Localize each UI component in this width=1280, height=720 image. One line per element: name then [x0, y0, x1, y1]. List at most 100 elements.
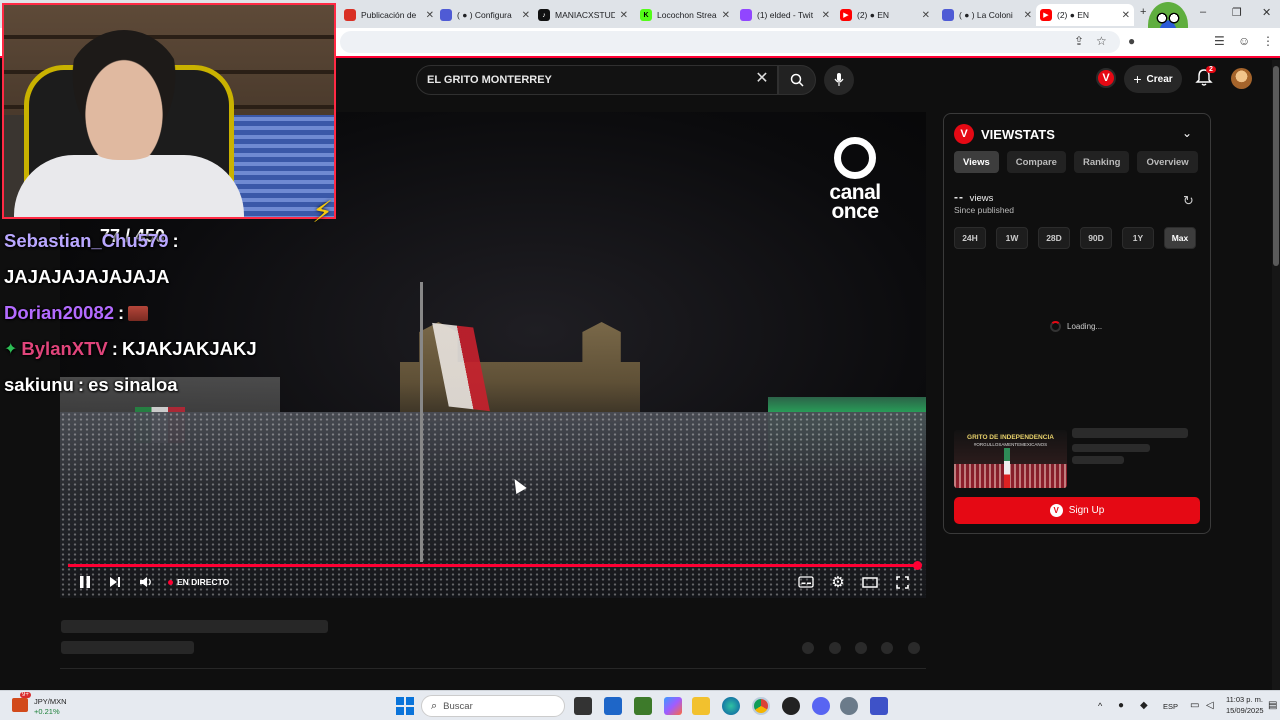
edge-icon[interactable]	[722, 697, 740, 715]
new-tab-button[interactable]: +	[1140, 6, 1146, 18]
studio-icon	[440, 9, 452, 21]
language-indicator[interactable]: ESP	[1163, 702, 1178, 711]
volume-tray-icon[interactable]: ◁	[1206, 700, 1214, 711]
network-icon[interactable]: ▭	[1190, 700, 1199, 711]
copilot-icon[interactable]	[664, 697, 682, 715]
chat-text: es sinaloa	[88, 374, 178, 395]
tab-views[interactable]: Views	[954, 151, 999, 173]
task-view-icon[interactable]	[574, 697, 592, 715]
obs-icon[interactable]	[782, 697, 800, 715]
store-icon[interactable]	[604, 697, 622, 715]
clock-time[interactable]: 11:03 p. m.	[1226, 695, 1263, 704]
range-28d[interactable]: 28D	[1038, 227, 1070, 249]
live-indicator[interactable]: EN DIRECTO	[168, 577, 229, 587]
close-icon[interactable]: ✕	[722, 10, 730, 21]
viewstats-extension-icon[interactable]: V	[1096, 68, 1116, 88]
settings-gear-icon[interactable]	[840, 697, 858, 715]
tray-app-icon[interactable]: ●	[1118, 700, 1124, 711]
volume-button[interactable]	[137, 573, 155, 591]
close-window-button[interactable]: ✕	[1262, 6, 1271, 19]
range-24h[interactable]: 24H	[954, 227, 986, 249]
studio-icon	[942, 9, 954, 21]
account-avatar[interactable]	[1231, 68, 1252, 89]
browser-tab[interactable]: ( ● ) Configura ✕	[436, 4, 534, 26]
menu-kebab-icon[interactable]: ⋮	[1262, 34, 1274, 48]
maximize-button[interactable]: ❐	[1232, 6, 1242, 19]
viewstats-panel: V VIEWSTATS ⌄ Views Compare Ranking Over…	[943, 113, 1211, 534]
tab-overview[interactable]: Overview	[1137, 151, 1198, 173]
video-thumbnail[interactable]: GRITO DE INDEPENDENCIA #ORGULLOSAMENTEME…	[954, 430, 1067, 488]
bookmark-star-icon[interactable]: ☆	[1096, 34, 1107, 48]
progress-bar[interactable]	[68, 564, 918, 567]
spinner-icon	[1050, 321, 1061, 332]
browser-tab[interactable]: (1) elded - Twit ✕	[736, 4, 834, 26]
webcam-shelf-line	[4, 35, 334, 39]
studio-app-icon[interactable]	[870, 697, 888, 715]
divider	[60, 668, 926, 669]
next-button[interactable]	[106, 573, 124, 591]
stock-ticker-widget[interactable]: 9+ JPY/MXN +0.21%	[8, 692, 88, 717]
volume-icon	[140, 577, 151, 587]
refresh-icon[interactable]: ↻	[1183, 193, 1194, 209]
browser-tab-active[interactable]: ▶ (2) ● EN ✕	[1036, 4, 1134, 26]
close-icon[interactable]: ✕	[922, 10, 930, 21]
search-button[interactable]	[778, 65, 816, 95]
media-control-icon[interactable]: ☰	[1214, 34, 1225, 48]
clock-date[interactable]: 15/09/2025	[1226, 706, 1264, 715]
range-1y[interactable]: 1Y	[1122, 227, 1154, 249]
tray-app-icon[interactable]: ◆	[1140, 700, 1148, 711]
browser-tab[interactable]: ▶ (2) ● EN ✕	[836, 4, 934, 26]
browser-tab[interactable]: K Locochon Strea ✕	[636, 4, 734, 26]
youtube-icon: ▶	[1040, 9, 1052, 21]
close-icon[interactable]: ✕	[620, 10, 628, 21]
discord-icon[interactable]	[812, 697, 830, 715]
chat-username: Sebastian_Chu579	[4, 230, 169, 251]
minecraft-icon[interactable]	[634, 697, 652, 715]
windows-logo-icon	[396, 707, 404, 715]
diamond-badge-icon: ✦	[4, 341, 18, 358]
clear-search-icon[interactable]: ✕	[752, 69, 772, 89]
extension-icon[interactable]: ●	[1128, 34, 1135, 48]
search-input[interactable]: EL GRITO MONTERREY	[416, 65, 778, 95]
range-1w[interactable]: 1W	[996, 227, 1028, 249]
sign-up-button[interactable]: V Sign Up	[954, 497, 1200, 524]
url-field[interactable]	[340, 31, 1120, 53]
close-icon[interactable]: ✕	[522, 10, 530, 21]
chat-text: JAJAJAJAJAJAJA	[4, 266, 170, 287]
subtitles-button[interactable]	[797, 573, 815, 591]
minimize-button[interactable]: –	[1200, 6, 1206, 18]
file-explorer-icon[interactable]	[692, 697, 710, 715]
browser-tab[interactable]: ♪ MANIACXSTUD ✕	[534, 4, 632, 26]
notification-center-icon[interactable]: ▤	[1268, 700, 1277, 711]
search-query-text: EL GRITO MONTERREY	[427, 74, 552, 86]
scrollbar-thumb[interactable]	[1273, 66, 1279, 266]
video-scene-flagpole	[420, 282, 423, 562]
pause-button[interactable]	[76, 573, 94, 591]
start-button[interactable]	[396, 697, 414, 715]
tray-chevron-icon[interactable]: ^	[1098, 701, 1102, 711]
create-button[interactable]: + Crear	[1124, 65, 1182, 93]
close-icon[interactable]: ✕	[426, 10, 434, 21]
close-icon[interactable]: ✕	[1122, 10, 1130, 21]
chrome-icon[interactable]	[752, 697, 770, 715]
canal-once-ring-icon	[834, 137, 876, 179]
theater-mode-button[interactable]	[861, 573, 879, 591]
fullscreen-button[interactable]	[893, 573, 911, 591]
close-icon[interactable]: ✕	[822, 10, 830, 21]
progress-scrubber[interactable]	[913, 561, 922, 570]
voice-search-button[interactable]	[824, 65, 854, 95]
browser-tab[interactable]: ( ● ) La Coloni ✕	[938, 4, 1036, 26]
close-icon[interactable]: ✕	[1024, 10, 1032, 21]
tab-ranking[interactable]: Ranking	[1073, 151, 1130, 173]
share-icon[interactable]: ⇪	[1074, 34, 1084, 48]
range-90d[interactable]: 90D	[1080, 227, 1112, 249]
taskbar-search[interactable]: ⌕ Buscar	[421, 695, 565, 717]
browser-tab[interactable]: Publicación de ✕	[340, 4, 438, 26]
range-max[interactable]: Max	[1164, 227, 1196, 249]
tab-compare[interactable]: Compare	[1006, 151, 1066, 173]
settings-button[interactable]: ⚙	[829, 573, 847, 591]
thumbnail-subtitle: #ORGULLOSAMENTEMEXICANOS	[973, 442, 1048, 447]
views-value: --	[954, 190, 964, 204]
chevron-down-icon[interactable]: ⌄	[1182, 126, 1192, 140]
profile-icon[interactable]: ☺	[1238, 34, 1250, 48]
